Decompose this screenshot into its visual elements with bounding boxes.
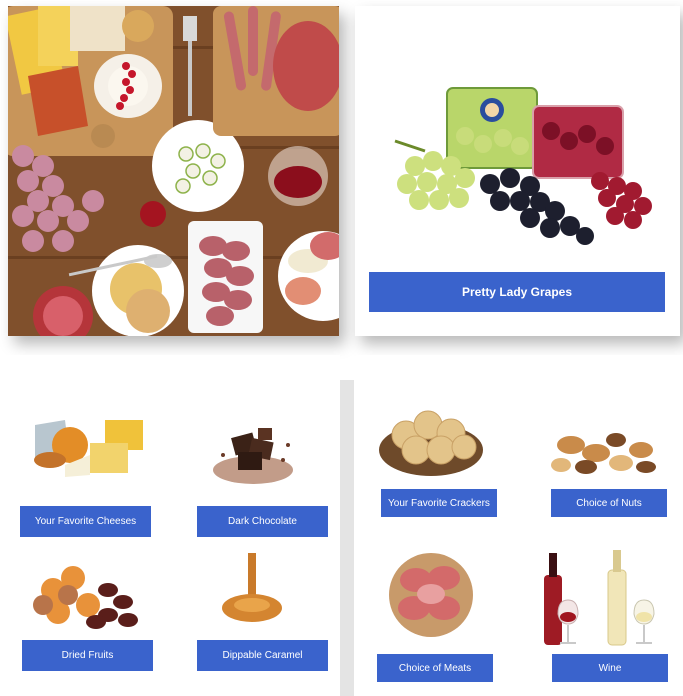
charcuterie-illustration <box>8 6 339 336</box>
section-divider <box>340 380 354 696</box>
dried-fruits-button[interactable]: Dried Fruits <box>22 640 153 671</box>
featured-product-card: Pretty Lady Grapes <box>355 6 680 336</box>
ingredients-panel-right: Your Favorite Crackers Choice of Nuts Ch… <box>356 355 683 696</box>
dippable-caramel-button[interactable]: Dippable Caramel <box>197 640 328 671</box>
caramel-image <box>222 553 282 622</box>
crackers-button[interactable]: Your Favorite Crackers <box>381 489 497 517</box>
dark-chocolate-button[interactable]: Dark Chocolate <box>197 506 328 537</box>
cheese-image <box>34 420 143 477</box>
charcuterie-board-photo <box>8 6 339 336</box>
wine-button[interactable]: Wine <box>552 654 668 682</box>
featured-product-button[interactable]: Pretty Lady Grapes <box>369 272 665 312</box>
nuts-button[interactable]: Choice of Nuts <box>551 489 667 517</box>
cheeses-button[interactable]: Your Favorite Cheeses <box>20 506 151 537</box>
ingredients-panel-left: Your Favorite Cheeses Dark Chocolate Dri… <box>0 355 340 696</box>
wine-image <box>544 550 655 646</box>
grapes-image <box>394 87 652 245</box>
chocolate-image <box>213 428 293 484</box>
meats-button[interactable]: Choice of Meats <box>377 654 493 682</box>
meats-image <box>389 553 473 637</box>
crackers-image <box>379 410 483 476</box>
dried-fruits-image <box>33 566 138 629</box>
nuts-image <box>551 433 656 474</box>
